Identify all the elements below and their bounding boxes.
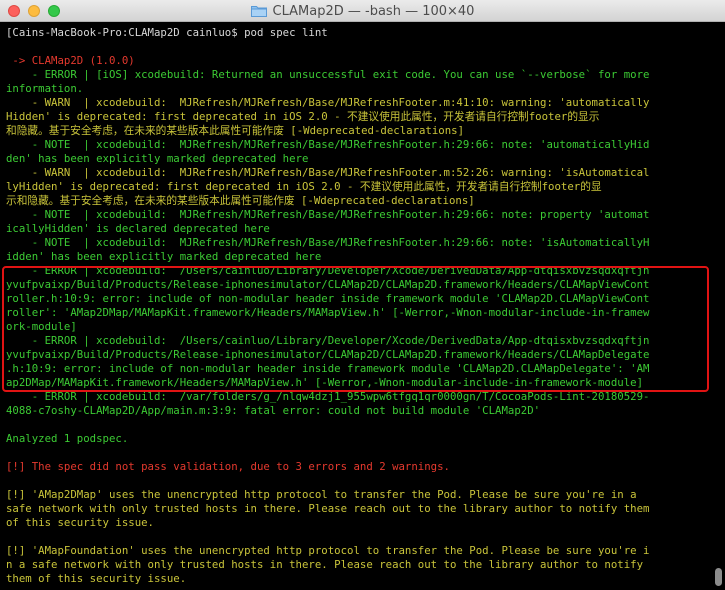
terminal-line: idden' has been explicitly marked deprec…: [6, 250, 322, 263]
terminal-line: safe network with only trusted hosts in …: [6, 502, 650, 515]
terminal-line: [Cains-MacBook-Pro:CLAMap2D cainluo$ pod…: [6, 26, 328, 39]
terminal-line: roller': 'AMap2DMap/MAMapKit.framework/H…: [6, 306, 650, 319]
terminal-line: 和隐藏。基于安全考虑，在未来的某些版本此属性可能作废 [-Wdeprecated…: [6, 124, 465, 137]
terminal-line: them of this security issue.: [6, 572, 187, 585]
terminal-line: - ERROR | xcodebuild: /var/folders/g_/nl…: [6, 390, 650, 403]
terminal-line: - ERROR | [iOS] xcodebuild: Returned an …: [6, 68, 650, 81]
terminal-line: roller.h:10:9: error: include of non-mod…: [6, 292, 650, 305]
terminal-line: lyHidden' is deprecated: first deprecate…: [6, 180, 602, 193]
terminal-line: yvufpvaixp/Build/Products/Release-iphone…: [6, 278, 650, 291]
title-bar[interactable]: CLAMap2D — -bash — 100×40: [0, 0, 725, 22]
terminal-line: - NOTE | xcodebuild: MJRefresh/MJRefresh…: [6, 236, 650, 249]
terminal-line: - NOTE | xcodebuild: MJRefresh/MJRefresh…: [6, 208, 650, 221]
scrollbar-thumb[interactable]: [715, 568, 722, 586]
terminal-line: 4088-c7oshy-CLAMap2D/App/main.m:3:9: fat…: [6, 404, 541, 417]
terminal-line: - NOTE | xcodebuild: MJRefresh/MJRefresh…: [6, 138, 650, 151]
terminal-line: -> CLAMap2D (1.0.0): [6, 54, 135, 67]
terminal-line: ap2DMap/MAMapKit.framework/Headers/MAMap…: [6, 376, 644, 389]
terminal-lines: [Cains-MacBook-Pro:CLAMap2D cainluo$ pod…: [6, 26, 706, 586]
terminal-line: of this security issue.: [6, 516, 154, 529]
terminal-line: Hidden' is deprecated: first deprecated …: [6, 110, 600, 123]
terminal-line: - ERROR | xcodebuild: /Users/cainluo/Lib…: [6, 334, 650, 347]
terminal-line: icallyHidden' is declared deprecated her…: [6, 222, 270, 235]
terminal-line: n a safe network with only trusted hosts…: [6, 558, 644, 571]
terminal-line: [!] 'AMapFoundation' uses the unencrypte…: [6, 544, 650, 557]
terminal-line: - ERROR | xcodebuild: /Users/cainluo/Lib…: [6, 264, 650, 277]
terminal-line: Analyzed 1 podspec.: [6, 432, 129, 445]
terminal-line: - WARN | xcodebuild: MJRefresh/MJRefresh…: [6, 96, 650, 109]
folder-icon: [250, 5, 267, 17]
terminal-output[interactable]: [Cains-MacBook-Pro:CLAMap2D cainluo$ pod…: [0, 22, 725, 590]
terminal-line: ork-module]: [6, 320, 77, 333]
terminal-line: 示和隐藏。基于安全考虑，在未来的某些版本此属性可能作废 [-Wdeprecate…: [6, 194, 475, 207]
terminal-line: [!] The spec did not pass validation, du…: [6, 460, 450, 473]
terminal-window: CLAMap2D — -bash — 100×40 [Cains-MacBook…: [0, 0, 725, 590]
terminal-line: [!] 'AMap2DMap' uses the unencrypted htt…: [6, 488, 637, 501]
terminal-line: .h:10:9: error: include of non-modular h…: [6, 362, 650, 375]
terminal-line: yvufpvaixp/Build/Products/Release-iphone…: [6, 348, 650, 361]
window-title-area: CLAMap2D — -bash — 100×40: [0, 0, 725, 22]
terminal-line: - WARN | xcodebuild: MJRefresh/MJRefresh…: [6, 166, 650, 179]
terminal-line: information.: [6, 82, 84, 95]
window-title: CLAMap2D — -bash — 100×40: [272, 3, 475, 19]
terminal-line: den' has been explicitly marked deprecat…: [6, 152, 309, 165]
